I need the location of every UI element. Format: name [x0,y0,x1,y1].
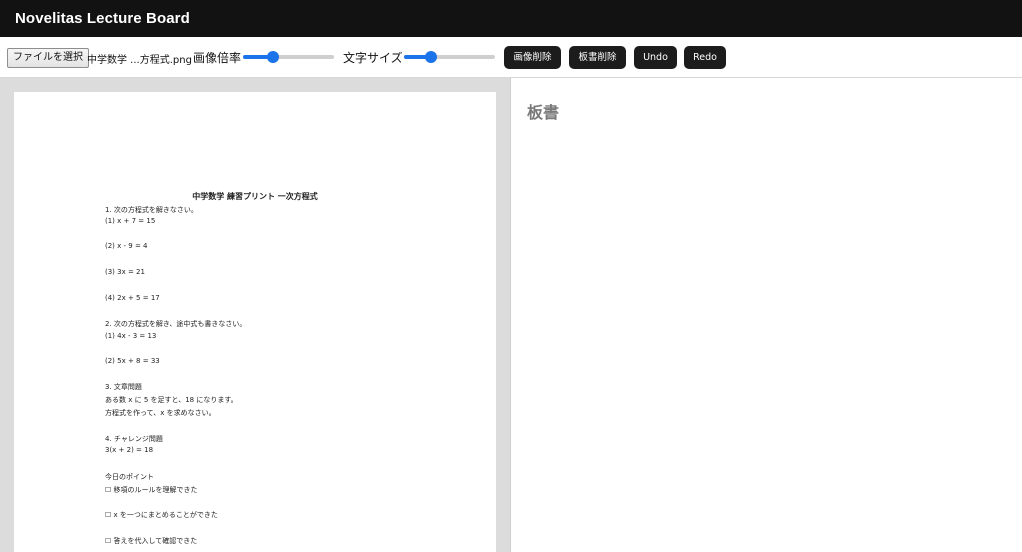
worksheet-title: 中学数学 練習プリント 一次方程式 [192,192,318,201]
redo-button[interactable]: Redo [684,46,726,69]
worksheet-line: (3) 3x = 21 [105,268,145,276]
worksheet-line: (2) x - 9 = 4 [105,242,148,250]
toolbar: ファイルを選択 中学数学 ...方程式.png 画像倍率 文字サイズ 画像削除 … [0,37,1022,78]
app-header: Novelitas Lecture Board [0,0,1022,37]
image-scale-label: 画像倍率 [193,51,242,65]
text-size-slider[interactable] [404,51,495,63]
delete-board-button[interactable]: 板書削除 [569,46,626,69]
board-pane[interactable]: 板書 [511,78,1022,552]
delete-image-button[interactable]: 画像削除 [504,46,561,69]
undo-button[interactable]: Undo [634,46,677,69]
worksheet-line: (1) x + 7 = 15 [105,217,156,225]
worksheet-line: 1. 次の方程式を解きなさい。 [105,206,198,214]
worksheet-line: ☐ 答えを代入して確認できた [105,537,198,545]
image-scale-slider[interactable] [243,51,334,63]
worksheet-line: ☐ 移項のルールを理解できた [105,486,198,494]
worksheet-line: 3. 文章問題 [105,383,142,391]
worksheet-line: 4. チャレンジ問題 [105,435,163,443]
worksheet-line: ある数 x に 5 を足すと、18 になります。 [105,396,238,404]
worksheet-line: 2. 次の方程式を解き、途中式も書きなさい。 [105,320,247,328]
worksheet-image[interactable]: 中学数学 練習プリント 一次方程式 1. 次の方程式を解きなさい。 (1) x … [14,92,496,552]
app-title: Novelitas Lecture Board [15,10,190,27]
worksheet-line: (4) 2x + 5 = 17 [105,294,160,302]
worksheet-line: ☐ x を一つにまとめることができた [105,511,218,519]
worksheet-line: 今日のポイント [105,473,154,481]
worksheet-line: 方程式を作って、x を求めなさい。 [105,409,216,417]
text-size-slider-thumb[interactable] [425,51,438,63]
worksheet-line: (1) 4x - 3 = 13 [105,332,157,340]
text-size-label: 文字サイズ [343,51,403,65]
worksheet-line: 3(x + 2) = 18 [105,446,154,454]
worksheet-line: (2) 5x + 8 = 33 [105,357,160,365]
image-pane[interactable]: 中学数学 練習プリント 一次方程式 1. 次の方程式を解きなさい。 (1) x … [0,78,511,552]
choose-file-button[interactable]: ファイルを選択 [7,48,89,68]
selected-file-name: 中学数学 ...方程式.png [87,55,192,66]
image-scale-slider-thumb[interactable] [267,51,280,63]
board-title: 板書 [527,103,560,122]
